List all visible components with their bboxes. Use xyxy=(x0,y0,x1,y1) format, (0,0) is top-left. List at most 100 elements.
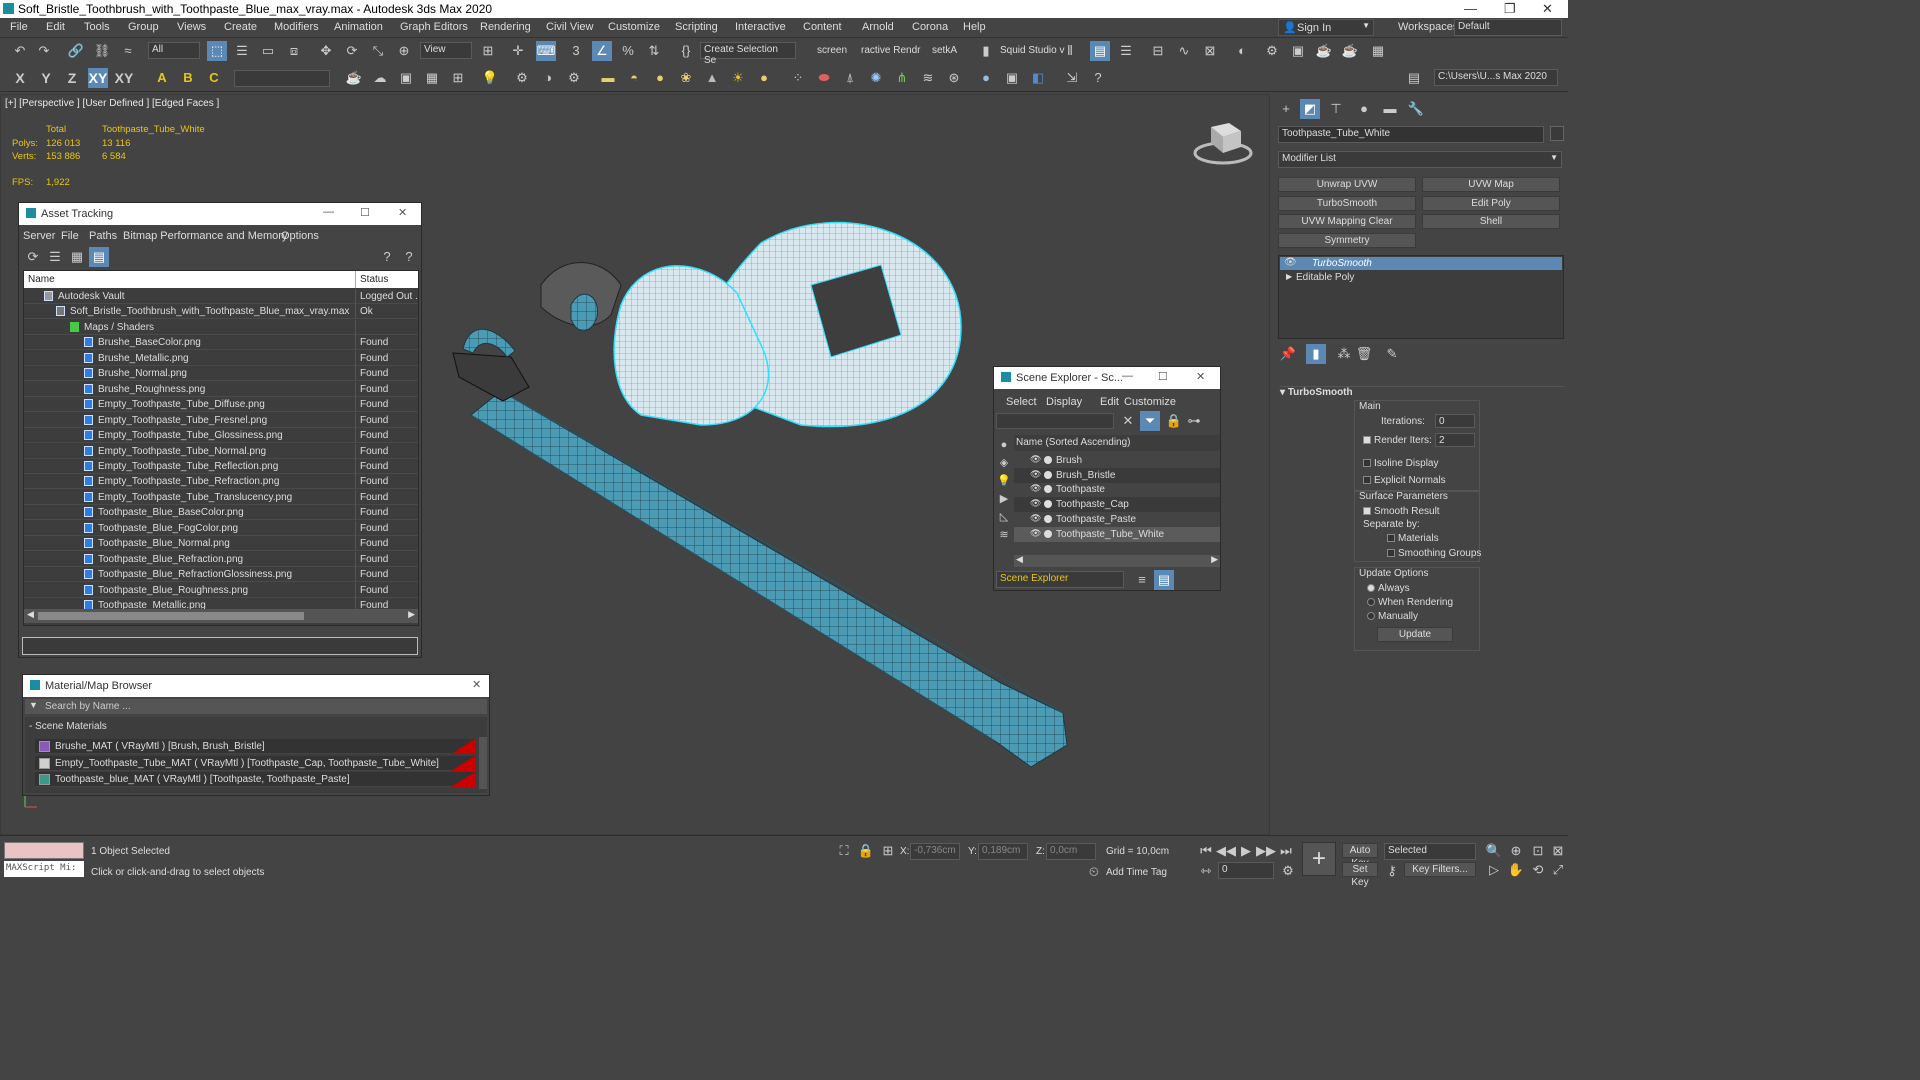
material-search-input[interactable]: Search by Name ... xyxy=(45,701,131,712)
asset-row[interactable]: Toothpaste_Blue_BaseColor.png Found xyxy=(24,505,418,521)
minimize-icon[interactable]: — xyxy=(323,206,334,218)
scatter-icon[interactable]: ⁘ xyxy=(788,68,808,88)
help-icon[interactable]: ? xyxy=(1088,68,1108,88)
modify-tab-icon[interactable]: ◩ xyxy=(1300,99,1320,119)
toggle-ribbon-icon[interactable]: ☰ xyxy=(1116,41,1136,61)
scene-object-row[interactable]: 👁 Toothpaste_Paste xyxy=(1014,512,1220,527)
spacewarp-filter-icon[interactable]: ≋ xyxy=(994,525,1014,545)
screen-tab[interactable]: screen xyxy=(817,45,847,56)
zoom-all-icon[interactable]: ⊕ xyxy=(1506,841,1526,861)
freeze-dot-icon[interactable] xyxy=(1044,529,1052,538)
current-frame-field[interactable]: 0 xyxy=(1218,862,1274,879)
settings-icon[interactable]: ⚙ xyxy=(512,68,532,88)
play-icon[interactable]: ▶ xyxy=(1236,841,1256,861)
rotate-icon[interactable]: ⟳ xyxy=(342,41,362,61)
asset-row[interactable]: Toothpaste_Metallic.png Found xyxy=(24,598,418,609)
scene-explorer-dropdown[interactable]: Scene Explorer xyxy=(996,571,1124,588)
zoom-extents-icon[interactable]: ⊡ xyxy=(1528,841,1548,861)
cone-icon[interactable]: ▲ xyxy=(702,68,722,88)
clear-search-icon[interactable]: ✕ xyxy=(1118,411,1138,431)
asset-row[interactable]: Brushe_BaseColor.png Found xyxy=(24,335,418,351)
asset-menu-paths[interactable]: Paths xyxy=(89,230,117,242)
scroll-left-icon[interactable]: ◀ xyxy=(1016,554,1023,565)
menu-rendering[interactable]: Rendering xyxy=(480,21,531,33)
remove-modifier-icon[interactable]: 🗑 xyxy=(1354,344,1374,364)
minimize-icon[interactable]: — xyxy=(1122,370,1133,382)
set-key-button[interactable]: Set Key xyxy=(1342,862,1378,888)
window-crossing-icon[interactable]: ⧈ xyxy=(284,41,304,61)
asset-menu-file[interactable]: File xyxy=(61,230,79,242)
layers-icon[interactable]: ◧ xyxy=(1028,68,1048,88)
sun-icon[interactable]: ☀ xyxy=(728,68,748,88)
asset-row[interactable]: Empty_Toothpaste_Tube_Fresnel.png Found xyxy=(24,412,418,428)
squid-studio-tab[interactable]: Squid Studio v xyxy=(1000,45,1065,56)
hierarchy-tab-icon[interactable]: ⊤ xyxy=(1326,99,1346,119)
unlink-icon[interactable]: ⛓ xyxy=(92,41,112,61)
fur-icon[interactable]: ✺ xyxy=(866,68,886,88)
modifier-button-unwrap-uvw[interactable]: Unwrap UVW xyxy=(1278,177,1416,192)
visibility-eye-icon[interactable]: 👁 xyxy=(1030,528,1041,539)
helper-filter-icon[interactable]: ◺ xyxy=(994,507,1014,527)
scene-menu-edit[interactable]: Edit xyxy=(1100,396,1119,408)
expand-arrow-icon[interactable]: ▶ xyxy=(1286,272,1292,281)
add-time-tag[interactable]: Add Time Tag xyxy=(1106,867,1167,878)
help-icon[interactable]: ? xyxy=(377,247,397,267)
sign-in-dropdown[interactable]: 👤 Sign In ▼ xyxy=(1278,19,1374,36)
modifier-list-dropdown[interactable]: Modifier List ▼ xyxy=(1278,151,1562,168)
image-icon[interactable]: ▣ xyxy=(396,68,416,88)
scale-icon[interactable]: ⤡ xyxy=(368,41,388,61)
asset-row[interactable]: Maps / Shaders xyxy=(24,319,418,335)
light-filter-icon[interactable]: 💡 xyxy=(994,471,1014,491)
table-view-icon[interactable]: ▤ xyxy=(89,247,109,267)
visibility-eye-icon[interactable]: 👁 xyxy=(1030,469,1041,480)
close-icon[interactable]: ✕ xyxy=(398,206,407,219)
viewport-label[interactable]: [+] [Perspective ] [User Defined ] [Edge… xyxy=(5,98,219,109)
text-b-icon[interactable]: B xyxy=(178,68,198,88)
undo-icon[interactable]: ↶ xyxy=(10,41,30,61)
text-tool-icon[interactable]: A xyxy=(152,68,172,88)
pan-icon[interactable]: ✋ xyxy=(1506,860,1526,880)
angle-snap-icon[interactable]: ∠ xyxy=(592,41,612,61)
light-icon[interactable]: 💡 xyxy=(480,68,500,88)
edit-named-sets-icon[interactable]: {} xyxy=(676,41,696,61)
export-icon[interactable]: ⇲ xyxy=(1062,68,1082,88)
render-setup-icon[interactable]: ⚙ xyxy=(1262,41,1282,61)
spinner-snap-icon[interactable]: ⇅ xyxy=(644,41,664,61)
help-context-icon[interactable]: ? xyxy=(399,247,419,267)
create-tab-icon[interactable]: + xyxy=(1276,99,1296,119)
key-mode-icon[interactable]: ⇿ xyxy=(1196,861,1216,881)
asset-row[interactable]: Empty_Toothpaste_Tube_Glossiness.png Foun… xyxy=(24,428,418,444)
layers-icon[interactable]: ≡ xyxy=(1132,570,1152,590)
activeshade-icon[interactable]: ▦ xyxy=(1368,41,1388,61)
asset-row[interactable]: Toothpaste_Blue_RefractionGlossiness.png… xyxy=(24,567,418,583)
show-end-result-icon[interactable]: ▮ xyxy=(1306,344,1326,364)
menu-corona[interactable]: Corona xyxy=(912,21,948,33)
mirror-icon[interactable]: ⫴ xyxy=(1060,41,1080,61)
scroll-left-icon[interactable]: ◀ xyxy=(27,609,34,620)
maxscript-listener[interactable] xyxy=(4,842,84,859)
project-path-dropdown[interactable]: C:\Users\U...s Max 2020 xyxy=(1434,69,1558,86)
asset-row[interactable]: Empty_Toothpaste_Tube_Translucency.png Fo… xyxy=(24,489,418,505)
isolate-selection-icon[interactable]: ⛶ xyxy=(834,841,854,861)
capsule-icon[interactable]: ⬬ xyxy=(814,68,834,88)
select-manipulate-icon[interactable]: ✛ xyxy=(508,41,528,61)
reference-coord-dropdown[interactable]: View xyxy=(420,42,472,59)
asset-row[interactable]: Empty_Toothpaste_Tube_Reflection.png Foun… xyxy=(24,458,418,474)
scene-menu-display[interactable]: Display xyxy=(1046,396,1082,408)
asset-row[interactable]: Soft_Bristle_Toothbrush_with_Toothpaste_… xyxy=(24,304,418,320)
scene-explorer-titlebar[interactable]: Scene Explorer - Sc... — ☐ ✕ xyxy=(994,367,1220,389)
percent-snap-icon[interactable]: % xyxy=(618,41,638,61)
selection-set-dropdown[interactable]: Create Selection Se xyxy=(700,42,796,66)
menu-create[interactable]: Create xyxy=(224,21,257,33)
scene-materials-section[interactable]: - Scene Materials xyxy=(29,721,107,732)
modifier-button-uvw-map[interactable]: UVW Map xyxy=(1422,177,1560,192)
layer-explorer-icon[interactable]: ▤ xyxy=(1090,41,1110,61)
maximize-viewport-icon[interactable]: ⤢ xyxy=(1548,860,1568,880)
asset-row[interactable]: Toothpaste_Blue_Normal.png Found xyxy=(24,536,418,552)
previous-frame-icon[interactable]: ◀◀ xyxy=(1216,841,1236,861)
when-rendering-radio[interactable]: When Rendering xyxy=(1367,597,1453,608)
menu-modifiers[interactable]: Modifiers xyxy=(274,21,319,33)
menu-edit[interactable]: Edit xyxy=(46,21,65,33)
link-icon[interactable]: 🔗 xyxy=(66,41,86,61)
manually-radio[interactable]: Manually xyxy=(1367,611,1418,622)
